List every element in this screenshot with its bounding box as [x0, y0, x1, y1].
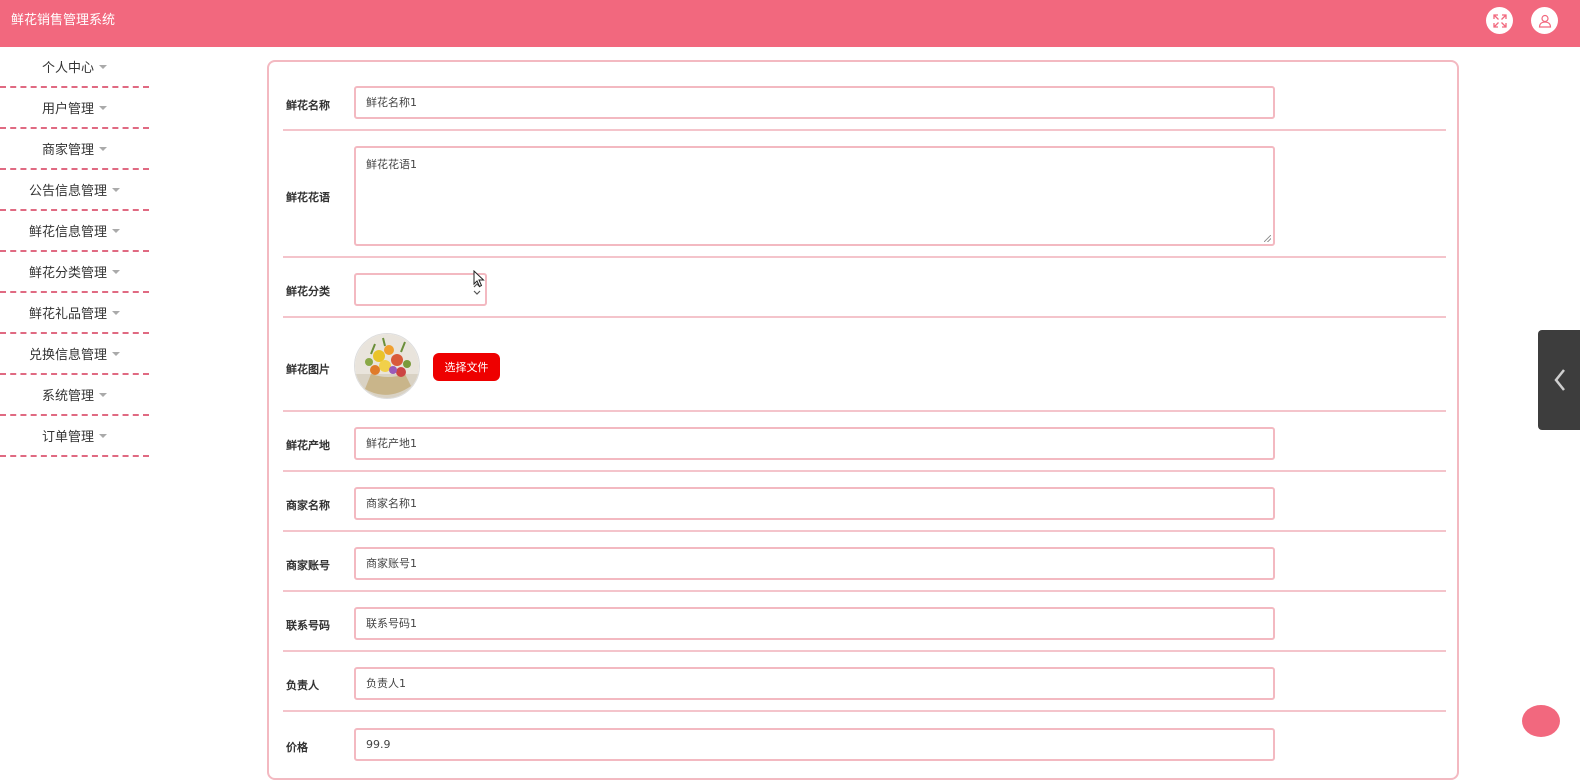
sidebar-item-order-management[interactable]: 订单管理 [0, 416, 149, 457]
flower-origin-label: 鲜花产地 [286, 439, 330, 452]
price-input[interactable]: 99.9 [354, 728, 1275, 761]
sidebar-menu: 个人中心 用户管理 商家管理 公告信息管理 鲜花信息管理 鲜花分类管理 鲜花礼品… [0, 47, 149, 457]
form-row-merchant-name: 商家名称 商家名称1 [283, 472, 1446, 532]
sidebar-item-announcement-management[interactable]: 公告信息管理 [0, 170, 149, 211]
flower-language-textarea[interactable]: 鲜花花语1 [354, 146, 1275, 246]
resize-grip-icon[interactable] [1264, 235, 1271, 242]
fullscreen-button[interactable] [1486, 7, 1513, 34]
merchant-name-input[interactable]: 商家名称1 [354, 487, 1275, 520]
flower-origin-input[interactable]: 鲜花产地1 [354, 427, 1275, 460]
sidebar-item-flower-info-management[interactable]: 鲜花信息管理 [0, 211, 149, 252]
mouse-cursor-icon [473, 270, 485, 288]
price-label: 价格 [286, 741, 308, 754]
flower-image-thumbnail [354, 333, 420, 399]
choose-file-button[interactable]: 选择文件 [433, 353, 500, 381]
expand-icon [1492, 13, 1507, 28]
sidebar-item-label: 用户管理 [41, 102, 94, 117]
form-row-flower-image: 鲜花图片 选择文件 [283, 318, 1446, 412]
form-row-flower-language: 鲜花花语 鲜花花语1 [283, 131, 1446, 258]
caret-down-icon [112, 270, 120, 274]
form-row-flower-name: 鲜花名称 鲜花名称1 [283, 74, 1446, 131]
sidebar-item-system-management[interactable]: 系统管理 [0, 375, 149, 416]
flower-language-text: 鲜花花语1 [366, 158, 417, 171]
sidebar-item-label: 鲜花分类管理 [28, 266, 107, 281]
caret-down-icon [112, 188, 120, 192]
merchant-name-label: 商家名称 [286, 499, 330, 512]
caret-down-icon [99, 147, 107, 151]
sidebar-item-label: 兑换信息管理 [28, 348, 107, 363]
sidebar-item-label: 个人中心 [41, 61, 94, 76]
flower-name-input[interactable]: 鲜花名称1 [354, 86, 1275, 119]
flower-bouquet-image [355, 334, 419, 398]
manager-input[interactable]: 负责人1 [354, 667, 1275, 700]
sidebar-item-label: 鲜花信息管理 [28, 225, 107, 240]
flower-category-label: 鲜花分类 [286, 285, 330, 298]
caret-down-icon [99, 106, 107, 110]
merchant-account-input[interactable]: 商家账号1 [354, 547, 1275, 580]
flower-language-label: 鲜花花语 [286, 191, 330, 204]
caret-down-icon [112, 229, 120, 233]
top-header: 鲜花销售管理系统 [0, 0, 1580, 47]
chevron-left-icon [1554, 369, 1565, 391]
form-row-price: 价格 99.9 [283, 712, 1446, 772]
caret-down-icon [99, 65, 107, 69]
side-drawer-toggle[interactable] [1538, 330, 1580, 430]
flower-image-label: 鲜花图片 [286, 363, 330, 376]
sidebar-item-flower-gift-management[interactable]: 鲜花礼品管理 [0, 293, 149, 334]
manager-label: 负责人 [286, 679, 319, 692]
sidebar-item-exchange-management[interactable]: 兑换信息管理 [0, 334, 149, 375]
sidebar-item-merchant-management[interactable]: 商家管理 [0, 129, 149, 170]
user-icon [1538, 14, 1551, 28]
form-row-flower-category: 鲜花分类 [283, 258, 1446, 318]
flower-form-panel: 鲜花名称 鲜花名称1 鲜花花语 鲜花花语1 鲜花分类 鲜花图片 选择文件 鲜花产… [267, 60, 1459, 780]
contact-phone-label: 联系号码 [286, 619, 330, 632]
sidebar-item-flower-category-management[interactable]: 鲜花分类管理 [0, 252, 149, 293]
form-row-merchant-account: 商家账号 商家账号1 [283, 532, 1446, 592]
form-row-manager: 负责人 负责人1 [283, 652, 1446, 712]
floating-action-button[interactable] [1522, 705, 1560, 737]
sidebar-item-label: 系统管理 [41, 389, 94, 404]
flower-category-select[interactable] [354, 273, 487, 306]
sidebar-item-user-management[interactable]: 用户管理 [0, 88, 149, 129]
caret-down-icon [99, 434, 107, 438]
sidebar-item-label: 公告信息管理 [28, 184, 107, 199]
sidebar-item-label: 鲜花礼品管理 [28, 307, 107, 322]
sidebar-item-label: 订单管理 [41, 430, 94, 445]
sidebar-item-personal-center[interactable]: 个人中心 [0, 47, 149, 88]
flower-name-label: 鲜花名称 [286, 99, 330, 112]
form-row-flower-origin: 鲜花产地 鲜花产地1 [283, 412, 1446, 472]
app-title: 鲜花销售管理系统 [11, 13, 116, 28]
sidebar-item-label: 商家管理 [41, 143, 94, 158]
merchant-account-label: 商家账号 [286, 559, 330, 572]
caret-down-icon [99, 393, 107, 397]
contact-phone-input[interactable]: 联系号码1 [354, 607, 1275, 640]
caret-down-icon [112, 311, 120, 315]
form-row-contact-phone: 联系号码 联系号码1 [283, 592, 1446, 652]
caret-down-icon [112, 352, 120, 356]
user-menu-button[interactable] [1531, 7, 1558, 34]
